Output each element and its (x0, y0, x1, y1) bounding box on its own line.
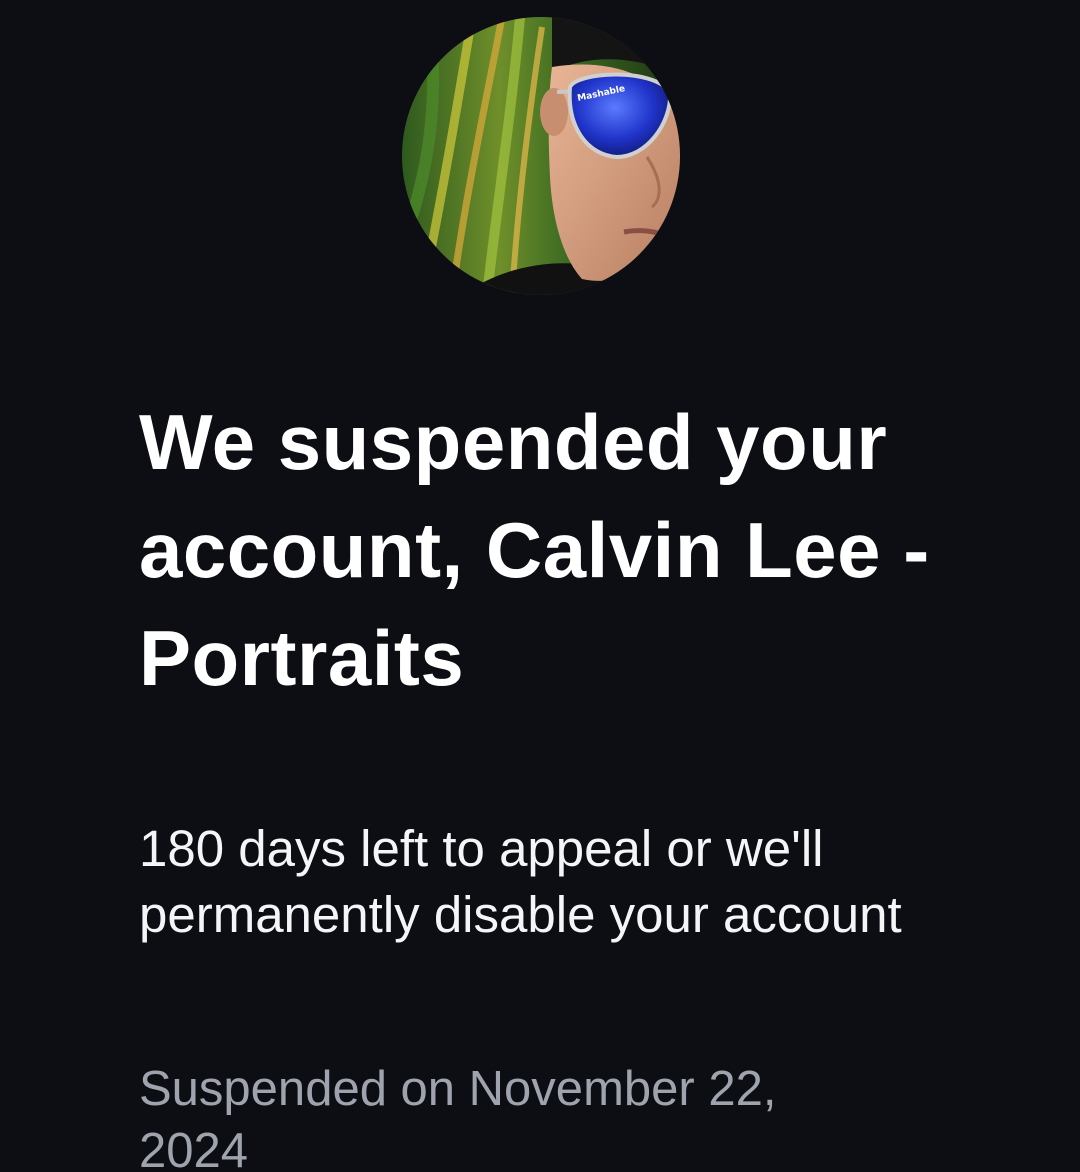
appeal-deadline-text: 180 days left to appeal or we'll permane… (139, 820, 902, 943)
profile-photo: Mashable (402, 17, 680, 295)
suspension-title: We suspended your account, Calvin Lee - … (139, 398, 930, 702)
profile-avatar[interactable]: Mashable (402, 17, 680, 295)
suspended-date-text: Suspended on November 22, 2024 (139, 1062, 777, 1172)
